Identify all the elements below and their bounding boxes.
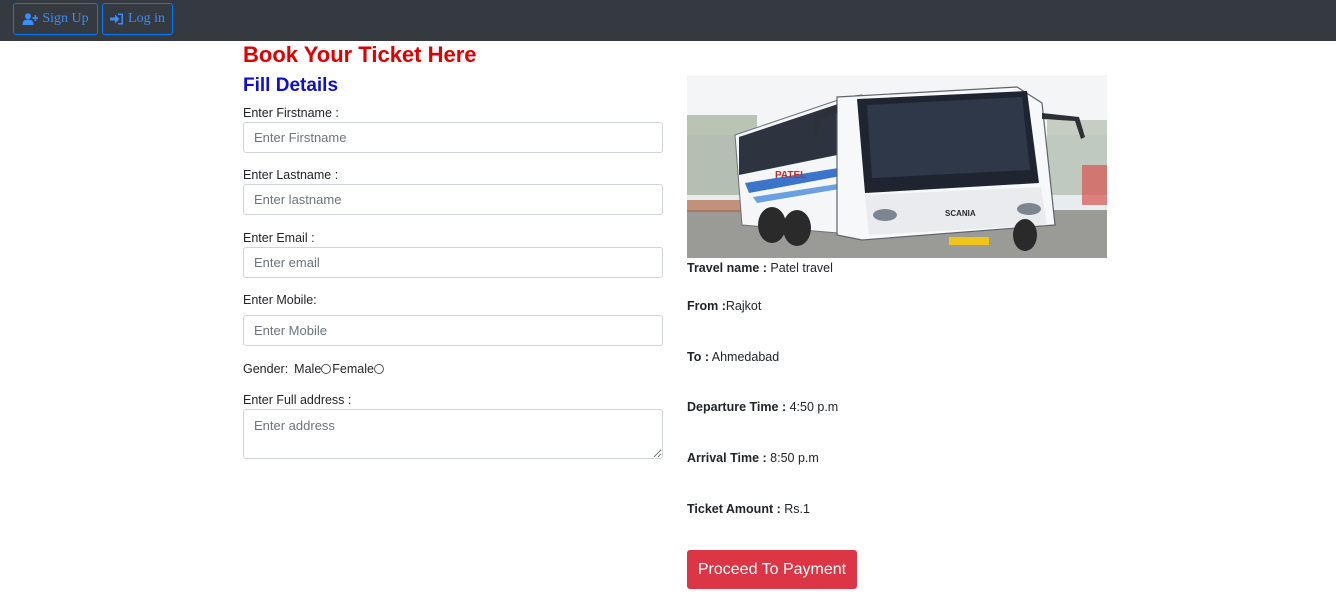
- gender-label: Gender:: [243, 362, 289, 376]
- sign-in-icon: [110, 13, 124, 25]
- sign-up-button[interactable]: Sign Up: [13, 3, 98, 35]
- travel-name-row: Travel name : Patel travel: [687, 261, 833, 275]
- gender-option-male-label: Male: [294, 362, 322, 376]
- mobile-input[interactable]: [243, 315, 663, 346]
- from-label: From :: [687, 299, 726, 313]
- ticket-amount-value: Rs.1: [780, 502, 810, 516]
- address-label: Enter Full address :: [243, 393, 352, 407]
- firstname-input[interactable]: [243, 122, 663, 153]
- log-in-label: Log in: [128, 11, 165, 26]
- arrival-label: Arrival Time :: [687, 451, 767, 465]
- ticket-amount-label: Ticket Amount :: [687, 502, 781, 516]
- gender-option-female-label: Female: [332, 362, 374, 376]
- email-input[interactable]: [243, 247, 663, 278]
- arrival-value: 8:50 p.m: [766, 451, 819, 465]
- gender-group: Gender: Male Female: [243, 361, 385, 377]
- sign-up-label: Sign Up: [42, 11, 89, 26]
- lastname-label: Enter Lastname :: [243, 168, 339, 182]
- lastname-input[interactable]: [243, 184, 663, 215]
- top-navbar: Sign Up Log in: [0, 0, 1336, 41]
- email-label: Enter Email :: [243, 231, 315, 245]
- departure-row: Departure Time : 4:50 p.m: [687, 400, 838, 414]
- gender-female-radio[interactable]: [373, 364, 384, 374]
- from-row: From :Rajkot: [687, 299, 761, 313]
- travel-name-value: Patel travel: [766, 261, 833, 275]
- firstname-label: Enter Firstname :: [243, 106, 339, 120]
- arrival-row: Arrival Time : 8:50 p.m: [687, 451, 819, 465]
- departure-value: 4:50 p.m: [786, 400, 839, 414]
- bus-image: PATEL SCANIA: [687, 75, 1107, 258]
- departure-label: Departure Time :: [687, 400, 787, 414]
- to-label: To :: [687, 350, 709, 364]
- user-plus-icon: [22, 13, 39, 25]
- from-value: Rajkot: [725, 299, 762, 313]
- to-value: Ahmedabad: [708, 350, 780, 364]
- proceed-to-payment-button[interactable]: Proceed To Payment: [687, 550, 857, 589]
- svg-text:SCANIA: SCANIA: [945, 209, 976, 218]
- gender-male-radio[interactable]: [321, 364, 332, 374]
- ticket-amount-row: Ticket Amount : Rs.1: [687, 502, 810, 516]
- svg-text:PATEL: PATEL: [775, 170, 806, 181]
- to-row: To : Ahmedabad: [687, 350, 779, 364]
- form-subtitle: Fill Details: [243, 75, 339, 96]
- travel-name-label: Travel name :: [687, 261, 767, 275]
- page-title: Book Your Ticket Here: [243, 42, 477, 67]
- log-in-button[interactable]: Log in: [102, 3, 173, 35]
- mobile-label: Enter Mobile:: [243, 293, 317, 307]
- address-textarea[interactable]: [243, 409, 663, 459]
